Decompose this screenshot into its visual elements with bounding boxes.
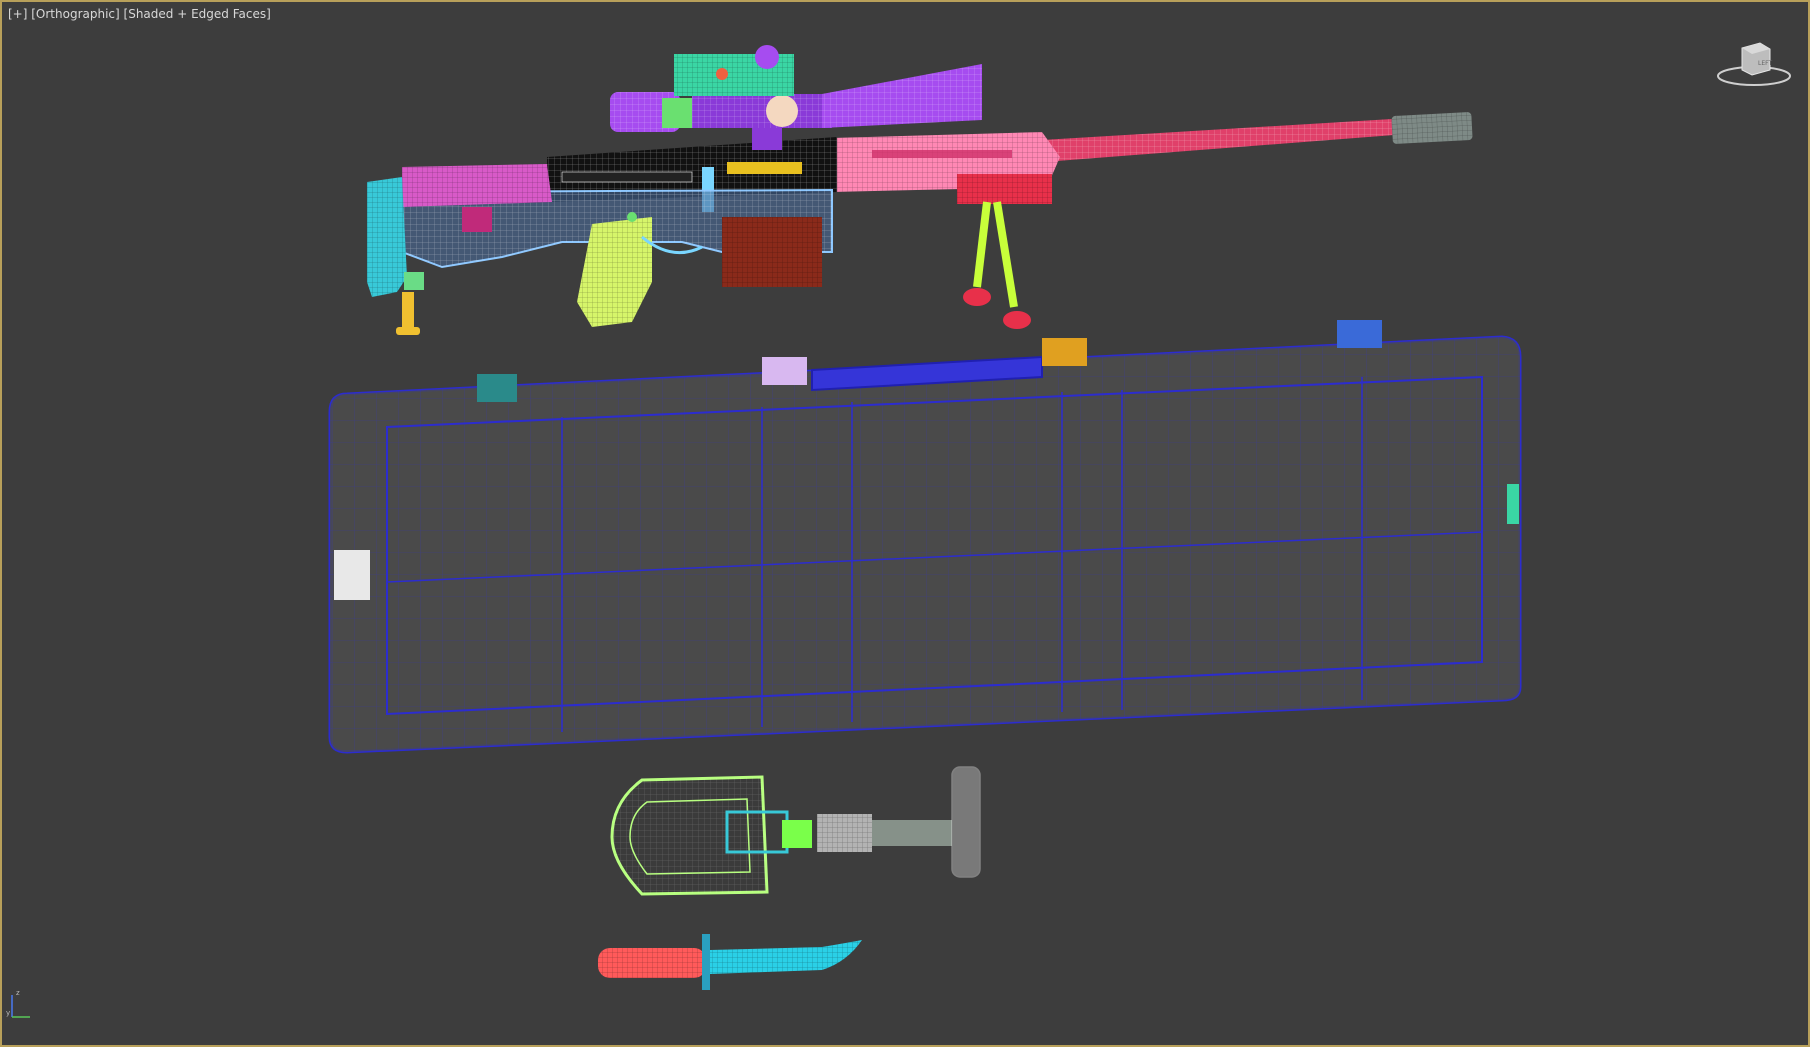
case-latch-4[interactable] <box>1337 320 1382 348</box>
case-latch-3[interactable] <box>1042 338 1087 366</box>
axis-z-label: z <box>16 989 20 997</box>
viewport-view-menu[interactable]: [Orthographic] <box>31 7 119 21</box>
case-latch-2[interactable] <box>762 357 807 385</box>
viewcube[interactable]: LEFT <box>1714 40 1794 90</box>
rifle-magazine[interactable] <box>722 217 822 287</box>
scope-turret[interactable] <box>674 45 794 96</box>
rifle-bipod[interactable] <box>957 174 1052 329</box>
viewport-menu-plus[interactable]: [+] <box>8 7 27 21</box>
axis-y-label: y <box>6 1009 10 1017</box>
folding-shovel[interactable] <box>610 766 981 896</box>
case-latch-1[interactable] <box>477 374 517 402</box>
viewport-shading-menu[interactable]: [Shaded + Edged Faces] <box>124 7 271 21</box>
muzzle-brake[interactable] <box>1391 112 1473 144</box>
scene-canvas[interactable] <box>2 2 1808 1045</box>
case-side-latch-left[interactable] <box>334 550 370 600</box>
combat-knife[interactable] <box>598 934 862 990</box>
rifle-monopod[interactable] <box>396 292 420 335</box>
rifle-case[interactable] <box>328 320 1522 754</box>
axis-tripod-icon: z y <box>6 989 30 1018</box>
sniper-rifle[interactable] <box>367 45 1473 335</box>
viewport-label: [+] [Orthographic] [Shaded + Edged Faces… <box>8 7 271 21</box>
viewcube-face-label: LEFT <box>1758 60 1772 67</box>
3d-viewport[interactable]: [+] [Orthographic] [Shaded + Edged Faces… <box>0 0 1810 1047</box>
rifle-barrel[interactable] <box>1042 119 1394 162</box>
case-side-latch-right[interactable] <box>1507 484 1519 524</box>
